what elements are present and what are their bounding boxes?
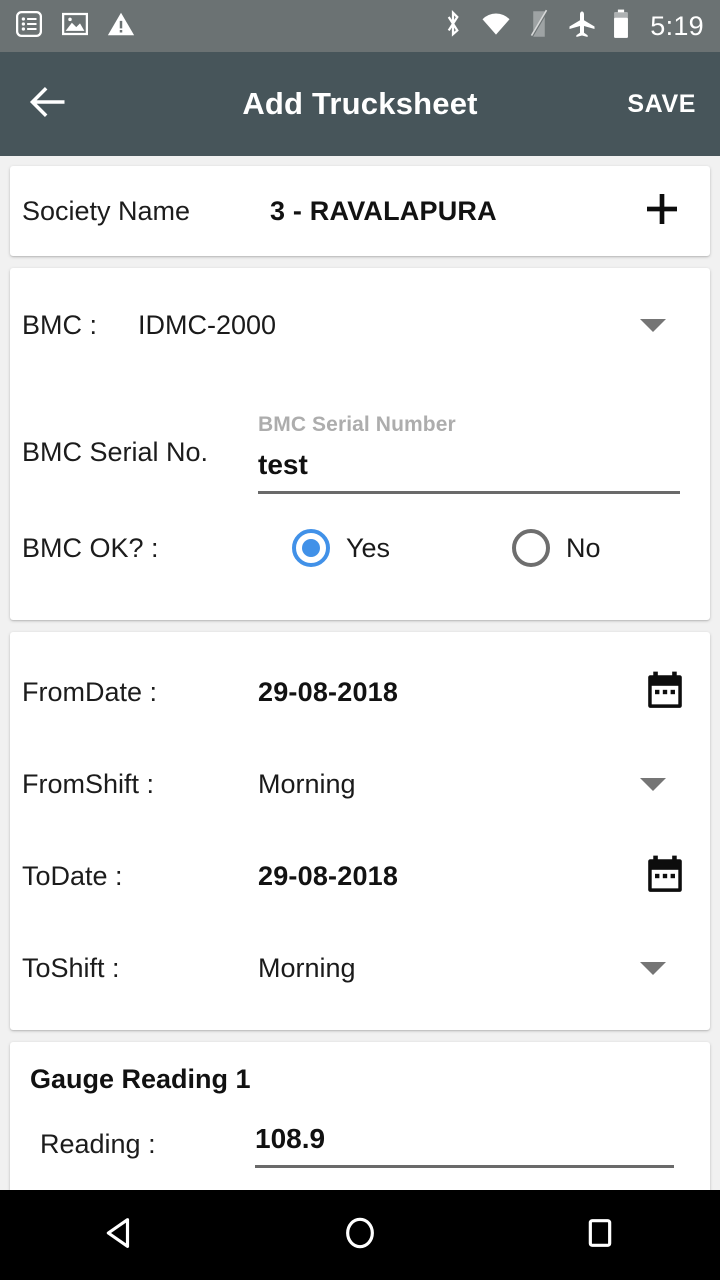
to-date-value[interactable]: 29-08-2018: [258, 861, 642, 892]
form-scroll-area[interactable]: Society Name 3 - RAVALAPURA BMC : IDMC-2…: [0, 156, 720, 1190]
battery-icon: [612, 9, 630, 44]
to-shift-label: ToShift :: [22, 952, 120, 983]
warning-notification-icon: [106, 9, 136, 44]
gauge-reading-card: Gauge Reading 1 Reading : 108.9: [10, 1042, 710, 1190]
save-button[interactable]: SAVE: [627, 90, 696, 119]
bmc-serial-hint: BMC Serial Number: [258, 413, 456, 436]
gauge-reading-label: Reading :: [40, 1129, 156, 1159]
society-name-label: Society Name: [22, 195, 191, 226]
dates-card: FromDate : 29-08-2018 FromShift: Mornin…: [10, 632, 710, 1030]
from-shift-value[interactable]: Morning: [258, 769, 640, 800]
radio-unselected-icon: [512, 529, 551, 567]
home-nav-button[interactable]: [300, 1190, 420, 1280]
from-shift-label: FromShift :: [22, 768, 155, 799]
from-shift-row: FromShift : Morning: [10, 738, 710, 830]
page-title: Add Trucksheet: [242, 86, 478, 121]
android-navigation-bar: [0, 1190, 720, 1280]
bmc-serial-value: test: [258, 449, 680, 494]
bmc-ok-radio-yes-label: Yes: [346, 532, 391, 563]
circle-home-icon: [340, 1213, 380, 1258]
back-nav-button[interactable]: [60, 1190, 180, 1280]
wifi-icon: [481, 9, 511, 44]
to-date-picker-button[interactable]: [642, 853, 688, 899]
checklist-notification-icon: [14, 9, 44, 44]
bmc-ok-radio-yes[interactable]: Yes: [292, 529, 390, 567]
back-button[interactable]: [0, 52, 96, 156]
status-bar-clock: 5:19: [650, 10, 704, 41]
gauge-reading-value: 108.9: [255, 1123, 674, 1168]
bmc-serial-row: BMC Serial No. BMC Serial Number test: [10, 366, 710, 494]
status-bar-notifications: [14, 9, 136, 44]
gauge-reading-title: Gauge Reading 1: [30, 1064, 251, 1094]
gauge-reading-input[interactable]: 108.9: [255, 1123, 674, 1168]
bmc-ok-row: BMC OK? : Yes No: [10, 494, 710, 602]
bmc-ok-radio-group: Yes No: [258, 529, 710, 567]
app-screen: 5:19 Add Trucksheet SAVE Society Name 3 …: [0, 0, 720, 1280]
square-recents-icon: [580, 1213, 620, 1258]
chevron-down-icon[interactable]: [640, 777, 666, 791]
plus-icon: [642, 189, 682, 234]
bluetooth-icon: [440, 9, 466, 44]
bmc-card: BMC : IDMC-2000 BMC Serial No. BMC Seria…: [10, 268, 710, 620]
calendar-icon: [644, 669, 686, 716]
status-bar: 5:19: [0, 0, 720, 52]
airplane-mode-icon: [567, 9, 597, 44]
triangle-back-icon: [100, 1213, 140, 1258]
arrow-left-icon: [26, 80, 70, 129]
to-shift-value[interactable]: Morning: [258, 953, 640, 984]
gauge-reading-row: Reading : 108.9: [10, 1123, 710, 1168]
chevron-down-icon[interactable]: [640, 318, 666, 332]
status-bar-system-icons: 5:19: [440, 9, 704, 44]
calendar-icon: [644, 853, 686, 900]
image-notification-icon: [60, 9, 90, 44]
from-date-row: FromDate : 29-08-2018: [10, 646, 710, 738]
chevron-down-icon[interactable]: [640, 961, 666, 975]
bmc-label: BMC :: [22, 309, 98, 340]
from-date-label: FromDate :: [22, 676, 158, 707]
to-date-label: ToDate :: [22, 860, 123, 891]
bmc-serial-input[interactable]: BMC Serial Number test: [258, 413, 680, 494]
from-date-picker-button[interactable]: [642, 669, 688, 715]
radio-selected-icon: [292, 529, 330, 567]
bmc-serial-label: BMC Serial No.: [22, 437, 209, 467]
bmc-row: BMC : IDMC-2000: [10, 284, 710, 366]
no-sim-icon: [526, 9, 552, 44]
recents-nav-button[interactable]: [540, 1190, 660, 1280]
from-date-value[interactable]: 29-08-2018: [258, 677, 642, 708]
bmc-ok-radio-no-label: No: [566, 532, 601, 563]
society-card: Society Name 3 - RAVALAPURA: [10, 166, 710, 256]
app-bar: Add Trucksheet SAVE: [0, 52, 720, 156]
to-shift-row: ToShift : Morning: [10, 922, 710, 1014]
bmc-select-value[interactable]: IDMC-2000: [138, 310, 640, 341]
to-date-row: ToDate : 29-08-2018: [10, 830, 710, 922]
add-society-button[interactable]: [638, 187, 686, 235]
bmc-ok-label: BMC OK? :: [22, 532, 159, 563]
bmc-ok-radio-no[interactable]: No: [512, 529, 601, 567]
society-name-value[interactable]: 3 - RAVALAPURA: [270, 196, 638, 227]
